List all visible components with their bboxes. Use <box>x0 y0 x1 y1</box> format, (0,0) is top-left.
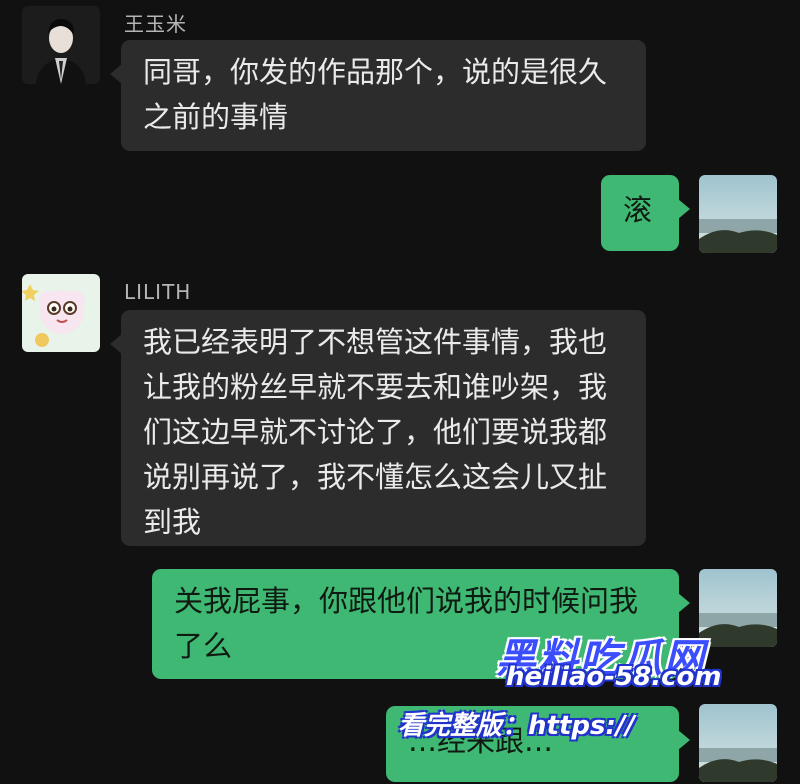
message-text: 同哥，你发的作品那个，说的是很久 <box>143 55 608 89</box>
self-avatar[interactable] <box>699 704 777 782</box>
message-text: 说别再说了，我不懂怎么这会儿又扯 <box>143 460 608 494</box>
landscape-icon <box>699 569 777 647</box>
message-text: 滚 <box>623 193 653 227</box>
self-avatar[interactable] <box>699 175 777 253</box>
cartoon-sheep-icon <box>22 274 100 352</box>
message-text: 之前的事情 <box>143 100 289 134</box>
message-bubble-outgoing[interactable]: 滚 <box>601 175 690 251</box>
self-avatar[interactable] <box>699 569 777 647</box>
message-text: 们这边早就不讨论了，他们要说我都 <box>143 415 608 449</box>
message-text: 到我 <box>143 505 202 539</box>
sender-name: LILITH <box>124 280 192 304</box>
message-text: 关我屁事，你跟他们说我的时候问我 <box>174 584 639 618</box>
watermark-prefix: 看完整版：https:// <box>398 711 635 741</box>
landscape-icon <box>699 704 777 782</box>
message-bubble-incoming[interactable]: 我已经表明了不想管这件事情，我也 让我的粉丝早就不要去和谁吵架，我 们这边早就不… <box>110 310 646 546</box>
message-bubble-incoming[interactable]: 同哥，你发的作品那个，说的是很久 之前的事情 <box>110 40 646 151</box>
sender-avatar-wangyumi[interactable] <box>22 6 100 84</box>
message-text: 让我的粉丝早就不要去和谁吵架，我 <box>143 370 608 404</box>
watermark-url: heiliao-58.com <box>506 662 722 692</box>
man-in-suit-icon <box>22 6 100 84</box>
message-text: 我已经表明了不想管这件事情，我也 <box>143 325 608 359</box>
sender-avatar-lilith[interactable] <box>22 274 100 352</box>
landscape-icon <box>699 175 777 253</box>
sender-name: 王玉米 <box>124 12 187 36</box>
